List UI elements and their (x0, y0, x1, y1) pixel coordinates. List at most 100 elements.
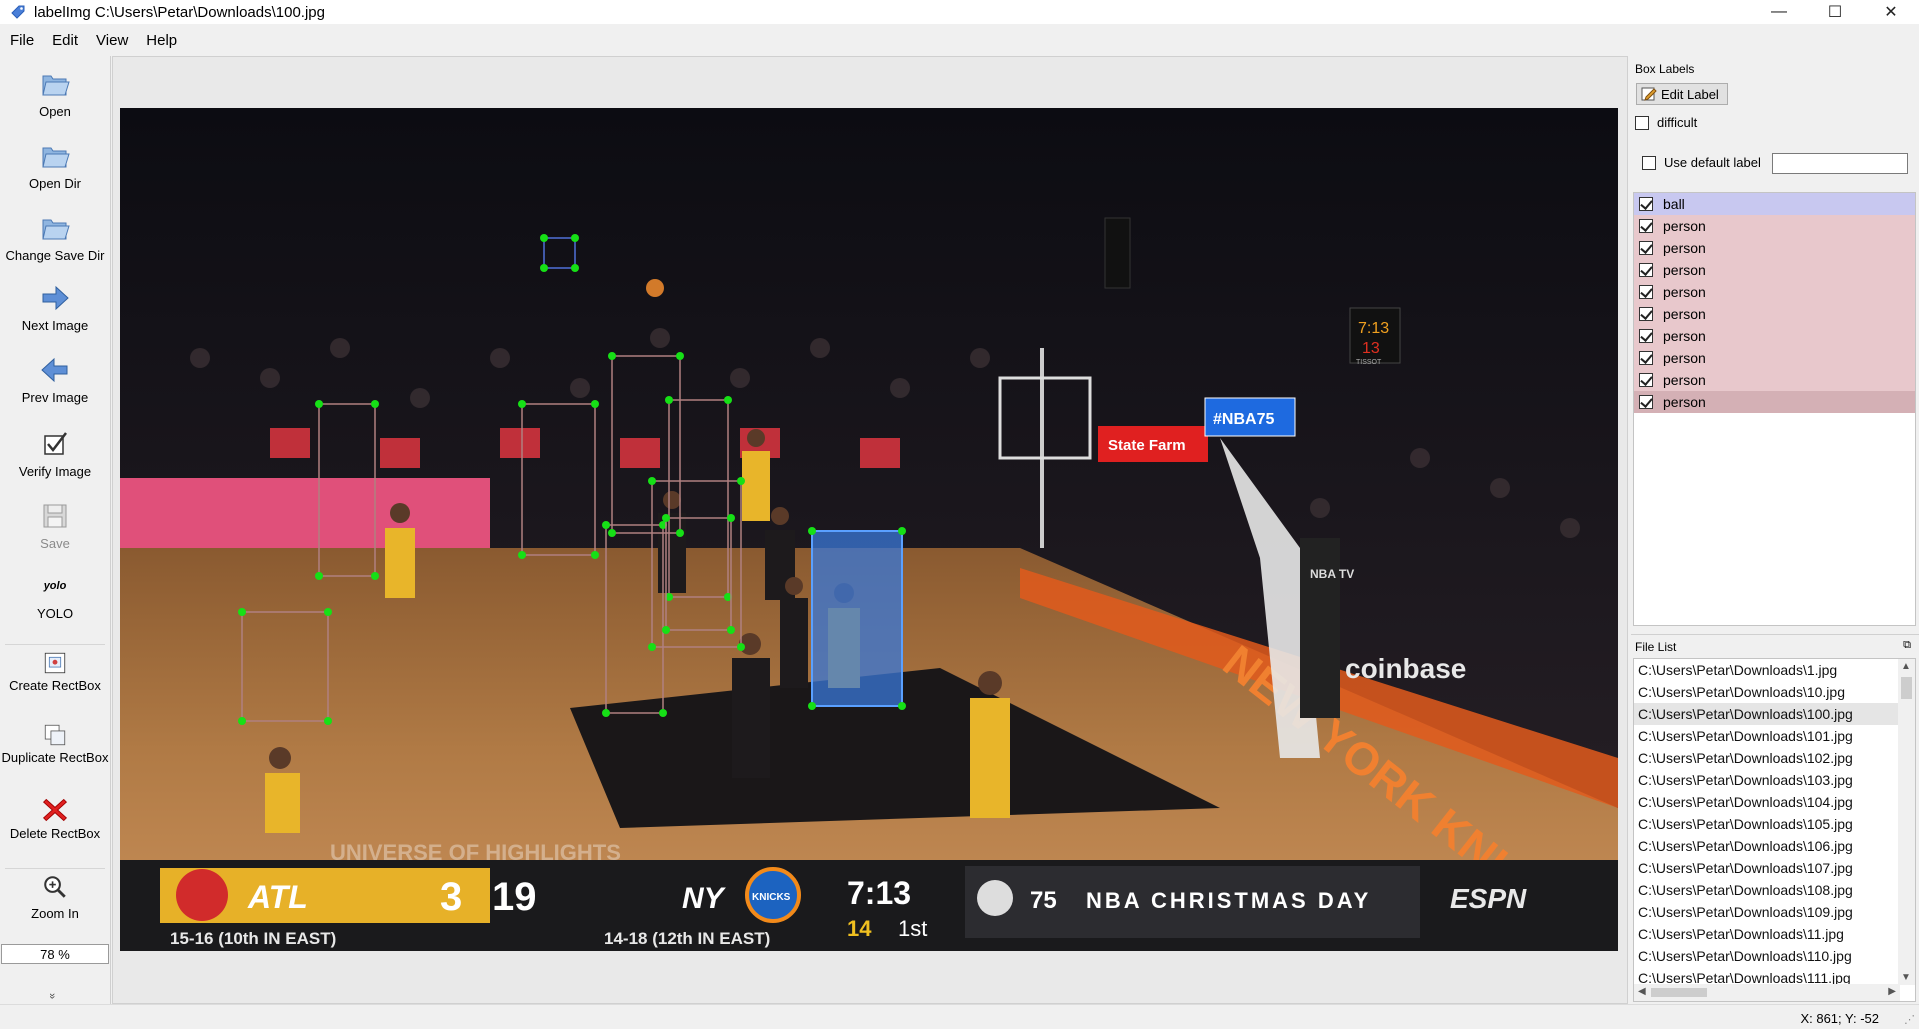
box-vertex-handle[interactable] (665, 396, 673, 404)
create-rectbox-button[interactable]: Create RectBox (1, 650, 109, 693)
label-visibility-checkbox[interactable] (1639, 241, 1653, 255)
use-default-label-checkbox[interactable]: Use default label (1642, 155, 1761, 170)
label-list-item[interactable]: person (1634, 325, 1915, 347)
file-list-item[interactable]: C:\Users\Petar\Downloads\110.jpg (1634, 945, 1915, 967)
box-vertex-handle[interactable] (540, 234, 548, 242)
scroll-right-icon[interactable]: ▶ (1888, 986, 1896, 997)
box-vertex-handle[interactable] (315, 572, 323, 580)
menu-edit[interactable]: Edit (44, 32, 86, 49)
file-list-item[interactable]: C:\Users\Petar\Downloads\100.jpg (1634, 703, 1915, 725)
box-vertex-handle[interactable] (727, 514, 735, 522)
file-list-item[interactable]: C:\Users\Petar\Downloads\102.jpg (1634, 747, 1915, 769)
prev-image-button[interactable]: Prev Image (1, 354, 109, 405)
open-button[interactable]: Open (1, 68, 109, 119)
menu-view[interactable]: View (88, 32, 136, 49)
box-vertex-handle[interactable] (608, 529, 616, 537)
next-image-button[interactable]: Next Image (1, 282, 109, 333)
label-visibility-checkbox[interactable] (1639, 351, 1653, 365)
delete-rectbox-button[interactable]: Delete RectBox (1, 796, 109, 841)
toolbar-extension-chevron[interactable]: » (46, 993, 58, 999)
change-save-dir-button[interactable]: Change Save Dir (1, 212, 109, 263)
close-button[interactable]: ✕ (1863, 0, 1919, 24)
box-vertex-handle[interactable] (371, 572, 379, 580)
resize-grip-icon[interactable]: ⋰ (1904, 1013, 1915, 1026)
box-vertex-handle[interactable] (662, 514, 670, 522)
label-visibility-checkbox[interactable] (1639, 263, 1653, 277)
box-vertex-handle[interactable] (315, 400, 323, 408)
file-list-item[interactable]: C:\Users\Petar\Downloads\109.jpg (1634, 901, 1915, 923)
label-list-item[interactable]: person (1634, 237, 1915, 259)
file-list[interactable]: C:\Users\Petar\Downloads\1.jpg C:\Users\P… (1633, 658, 1916, 1002)
box-vertex-handle[interactable] (659, 709, 667, 717)
label-list-item[interactable]: person (1634, 259, 1915, 281)
file-list-item[interactable]: C:\Users\Petar\Downloads\104.jpg (1634, 791, 1915, 813)
label-list-item[interactable]: person (1634, 391, 1915, 413)
box-vertex-handle[interactable] (898, 702, 906, 710)
edit-label-button[interactable]: Edit Label (1636, 83, 1728, 105)
zoom-level-spinbox[interactable]: 78 % (1, 944, 109, 964)
box-vertex-handle[interactable] (662, 626, 670, 634)
menu-file[interactable]: File (2, 32, 42, 49)
file-list-vertical-scrollbar[interactable]: ▲ ▼ (1898, 659, 1915, 985)
zoom-in-button[interactable]: Zoom In (1, 874, 109, 921)
label-list[interactable]: ball person person person person person person… (1633, 192, 1916, 626)
save-button[interactable]: Save (1, 500, 109, 551)
box-vertex-handle[interactable] (898, 527, 906, 535)
box-vertex-handle[interactable] (648, 477, 656, 485)
box-vertex-handle[interactable] (727, 626, 735, 634)
label-visibility-checkbox[interactable] (1639, 329, 1653, 343)
file-list-item[interactable]: C:\Users\Petar\Downloads\106.jpg (1634, 835, 1915, 857)
file-list-item[interactable]: C:\Users\Petar\Downloads\101.jpg (1634, 725, 1915, 747)
label-list-item[interactable]: person (1634, 215, 1915, 237)
file-list-item[interactable]: C:\Users\Petar\Downloads\1.jpg (1634, 659, 1915, 681)
label-list-item[interactable]: person (1634, 369, 1915, 391)
box-vertex-handle[interactable] (676, 529, 684, 537)
label-visibility-checkbox[interactable] (1639, 307, 1653, 321)
box-vertex-handle[interactable] (371, 400, 379, 408)
file-list-item[interactable]: C:\Users\Petar\Downloads\107.jpg (1634, 857, 1915, 879)
label-list-item[interactable]: person (1634, 281, 1915, 303)
label-list-item[interactable]: ball (1634, 193, 1915, 215)
use-default-label-check[interactable] (1642, 155, 1656, 170)
box-vertex-handle[interactable] (808, 702, 816, 710)
label-visibility-checkbox[interactable] (1639, 395, 1653, 409)
dock-float-icon[interactable]: ⧉ (1903, 639, 1911, 652)
box-vertex-handle[interactable] (808, 527, 816, 535)
scroll-left-icon[interactable]: ◀ (1638, 986, 1646, 997)
label-visibility-checkbox[interactable] (1639, 219, 1653, 233)
box-vertex-handle[interactable] (324, 717, 332, 725)
box-vertex-handle[interactable] (571, 234, 579, 242)
box-vertex-handle[interactable] (648, 643, 656, 651)
file-list-item[interactable]: C:\Users\Petar\Downloads\10.jpg (1634, 681, 1915, 703)
file-list-item[interactable]: C:\Users\Petar\Downloads\11.jpg (1634, 923, 1915, 945)
box-vertex-handle[interactable] (238, 717, 246, 725)
file-list-item[interactable]: C:\Users\Petar\Downloads\105.jpg (1634, 813, 1915, 835)
default-label-input[interactable] (1772, 153, 1908, 174)
box-vertex-handle[interactable] (571, 264, 579, 272)
box-vertex-handle[interactable] (591, 551, 599, 559)
label-list-item[interactable]: person (1634, 347, 1915, 369)
label-visibility-checkbox[interactable] (1639, 197, 1653, 211)
box-vertex-handle[interactable] (608, 352, 616, 360)
label-visibility-checkbox[interactable] (1639, 373, 1653, 387)
annotation-canvas[interactable]: NEW YORK KNICKS State Farm #NBA75 NBA TV… (120, 108, 1618, 951)
difficult-check[interactable] (1635, 115, 1649, 130)
scroll-thumb[interactable] (1901, 677, 1912, 699)
open-dir-button[interactable]: Open Dir (1, 140, 109, 191)
menu-help[interactable]: Help (138, 32, 185, 49)
maximize-button[interactable]: ☐ (1807, 0, 1863, 24)
scroll-thumb[interactable] (1651, 988, 1707, 997)
label-list-item[interactable]: person (1634, 303, 1915, 325)
box-vertex-handle[interactable] (737, 643, 745, 651)
minimize-button[interactable]: — (1751, 0, 1807, 24)
box-vertex-handle[interactable] (737, 477, 745, 485)
scroll-down-icon[interactable]: ▼ (1901, 972, 1911, 983)
box-vertex-handle[interactable] (591, 400, 599, 408)
label-visibility-checkbox[interactable] (1639, 285, 1653, 299)
scroll-up-icon[interactable]: ▲ (1901, 661, 1911, 672)
file-list-horizontal-scrollbar[interactable]: ◀ ▶ (1634, 984, 1900, 1001)
yolo-button[interactable]: yolo YOLO (1, 570, 109, 621)
box-vertex-handle[interactable] (602, 521, 610, 529)
verify-image-button[interactable]: Verify Image (1, 428, 109, 479)
box-vertex-handle[interactable] (324, 608, 332, 616)
